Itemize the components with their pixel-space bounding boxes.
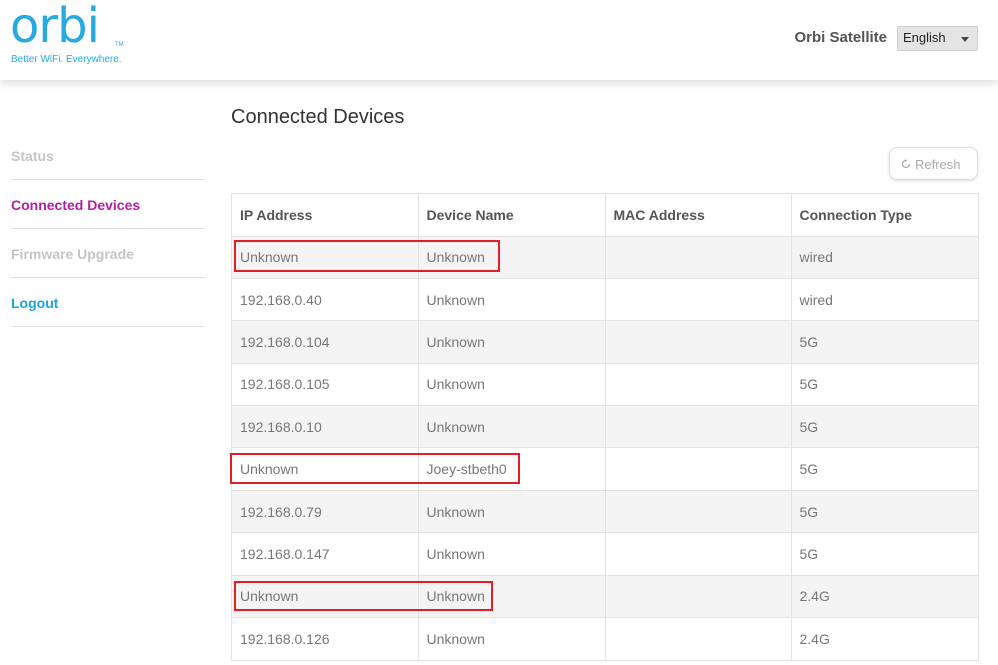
column-header-device-name: Device Name bbox=[418, 194, 606, 236]
cell-connection-type: wired bbox=[791, 235, 978, 279]
sidebar-item-connected-devices[interactable]: Connected Devices bbox=[11, 180, 205, 229]
cell-connection-type: 2.4G bbox=[791, 617, 978, 660]
table-row: 192.168.0.104 Unknown 5G bbox=[232, 320, 978, 364]
cell-connection-type: 5G bbox=[791, 405, 978, 448]
cell-ip-address: Unknown bbox=[232, 235, 419, 279]
cell-ip-address: 192.168.0.126 bbox=[232, 617, 419, 660]
table-row: 192.168.0.10 Unknown 5G bbox=[232, 405, 978, 448]
sidebar-item-firmware-upgrade[interactable]: Firmware Upgrade bbox=[11, 229, 205, 278]
column-header-ip: IP Address bbox=[232, 194, 419, 236]
sidebar-nav: Status Connected Devices Firmware Upgrad… bbox=[11, 131, 205, 327]
table-row: 192.168.0.79 Unknown 5G bbox=[232, 489, 978, 533]
cell-mac-address bbox=[605, 320, 792, 364]
cell-connection-type: 5G bbox=[791, 489, 978, 533]
cell-connection-type: wired bbox=[791, 277, 978, 321]
connected-devices-table: IP Address Device Name MAC Address Conne… bbox=[231, 193, 979, 661]
sidebar-item-status[interactable]: Status bbox=[11, 131, 205, 180]
device-type-label: Orbi Satellite bbox=[794, 29, 887, 46]
cell-device-name: Unknown bbox=[418, 574, 606, 618]
cell-device-name: Unknown bbox=[418, 277, 606, 321]
table-row: Unknown Unknown wired bbox=[232, 235, 978, 279]
cell-connection-type: 5G bbox=[791, 447, 978, 491]
language-select[interactable]: English bbox=[897, 26, 978, 51]
table-row: 192.168.0.105 Unknown 5G bbox=[232, 362, 978, 406]
table-row: 192.168.0.40 Unknown wired bbox=[232, 277, 978, 321]
cell-device-name: Unknown bbox=[418, 362, 606, 406]
table-row: 192.168.0.126 Unknown 2.4G bbox=[232, 617, 978, 660]
table-row: Unknown Unknown 2.4G bbox=[232, 574, 978, 618]
table-row: Unknown Joey-stbeth0 5G bbox=[232, 447, 978, 491]
cell-ip-address: 192.168.0.104 bbox=[232, 320, 419, 364]
cell-mac-address bbox=[605, 574, 792, 618]
cell-ip-address: Unknown bbox=[232, 447, 419, 491]
cell-device-name: Unknown bbox=[418, 405, 606, 448]
cell-mac-address bbox=[605, 617, 792, 660]
cell-connection-type: 5G bbox=[791, 320, 978, 364]
logo-tagline: Better WiFi. Everywhere. bbox=[11, 54, 122, 65]
sidebar-item-logout[interactable]: Logout bbox=[11, 278, 205, 327]
cell-device-name: Unknown bbox=[418, 489, 606, 533]
language-selected-value: English bbox=[903, 30, 946, 45]
cell-device-name: Unknown bbox=[418, 532, 606, 576]
refresh-label: Refresh bbox=[915, 157, 961, 172]
cell-mac-address bbox=[605, 362, 792, 406]
cell-mac-address bbox=[605, 532, 792, 576]
chevron-down-icon bbox=[961, 37, 969, 42]
logo-trademark: TM bbox=[115, 42, 124, 48]
orbi-logo: orbi TM Better WiFi. Everywhere. bbox=[10, 0, 130, 68]
cell-mac-address bbox=[605, 489, 792, 533]
cell-device-name: Unknown bbox=[418, 320, 606, 364]
cell-ip-address: 192.168.0.40 bbox=[232, 277, 419, 321]
column-header-connection-type: Connection Type bbox=[799, 206, 913, 223]
logo-wordmark: orbi bbox=[10, 0, 100, 54]
top-header: orbi TM Better WiFi. Everywhere. Orbi Sa… bbox=[0, 0, 998, 80]
cell-device-name: Joey-stbeth0 bbox=[418, 447, 606, 491]
cell-mac-address bbox=[605, 277, 792, 321]
cell-ip-address: Unknown bbox=[232, 574, 419, 618]
table-row: 192.168.0.147 Unknown 5G bbox=[232, 532, 978, 576]
cell-ip-address: 192.168.0.147 bbox=[232, 532, 419, 576]
cell-device-name: Unknown bbox=[418, 235, 606, 279]
cell-mac-address bbox=[605, 235, 792, 279]
page-title: Connected Devices bbox=[231, 106, 405, 128]
cell-connection-type: 5G bbox=[791, 362, 978, 406]
refresh-icon bbox=[901, 159, 911, 169]
cell-connection-type: 2.4G bbox=[791, 574, 978, 618]
table-header-row: IP Address Device Name MAC Address Conne… bbox=[232, 194, 978, 236]
cell-mac-address bbox=[605, 405, 792, 448]
cell-ip-address: 192.168.0.10 bbox=[232, 405, 419, 448]
cell-mac-address bbox=[605, 447, 792, 491]
column-header-mac: MAC Address bbox=[605, 194, 792, 236]
cell-ip-address: 192.168.0.105 bbox=[232, 362, 419, 406]
refresh-button[interactable]: Refresh bbox=[889, 147, 978, 180]
cell-device-name: Unknown bbox=[418, 617, 606, 660]
cell-connection-type: 5G bbox=[791, 532, 978, 576]
cell-ip-address: 192.168.0.79 bbox=[232, 489, 419, 533]
